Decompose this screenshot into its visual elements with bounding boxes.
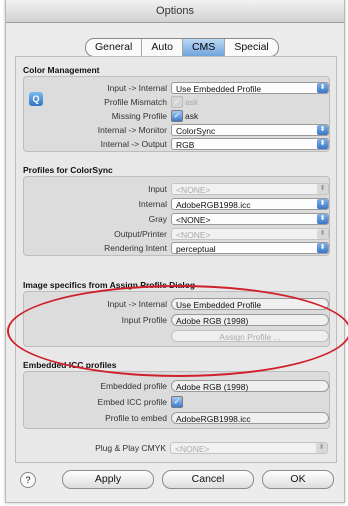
profile-internal-popup[interactable]: AdobeRGB1998.icc ⬍ bbox=[171, 198, 329, 210]
plug-play-popup[interactable]: <NONE> ⬍ bbox=[170, 442, 328, 454]
row-internal-monitor: Internal -> Monitor ColorSync ⬍ bbox=[24, 124, 329, 137]
rendering-intent-value: perceptual bbox=[176, 244, 216, 254]
window-title: Options bbox=[6, 0, 344, 23]
cancel-button[interactable]: Cancel bbox=[162, 470, 254, 489]
tab-special[interactable]: Special bbox=[225, 39, 277, 56]
profile-gray-popup[interactable]: <NONE> ⬍ bbox=[171, 213, 329, 225]
profile-output-popup[interactable]: <NONE> ⬍ bbox=[171, 228, 329, 240]
popup-arrow-icon: ⬍ bbox=[316, 443, 327, 453]
input-internal-popup[interactable]: Use Embedded Profile ⬍ bbox=[171, 82, 329, 94]
embed-icc-checkbox[interactable]: ✓ bbox=[171, 396, 183, 408]
image-specifics-title: Image specifics from Assign Profile Dial… bbox=[23, 280, 196, 290]
row-profile-output: Output/Printer <NONE> ⬍ bbox=[24, 228, 329, 241]
assign-profile-button[interactable]: Assign Profile ... bbox=[171, 330, 329, 342]
popup-arrow-icon: ⬍ bbox=[317, 184, 328, 194]
profiles-colorsync-title: Profiles for ColorSync bbox=[23, 165, 113, 175]
label-input-internal: Input -> Internal bbox=[107, 83, 167, 93]
cms-panel: Color Management Q Input -> Internal Use… bbox=[15, 56, 337, 463]
label-internal-monitor: Internal -> Monitor bbox=[97, 125, 167, 135]
row-embedded-profile: Embedded profile Adobe RGB (1998) bbox=[24, 380, 329, 393]
profile-mismatch-checkbox[interactable]: ✓ bbox=[171, 96, 183, 108]
tab-bar: General Auto CMS Special bbox=[85, 38, 279, 57]
color-management-title: Color Management bbox=[23, 65, 100, 75]
tab-cms[interactable]: CMS bbox=[182, 39, 226, 56]
row-profile-input: Input <NONE> ⬍ bbox=[24, 183, 329, 196]
profile-gray-value: <NONE> bbox=[176, 215, 211, 225]
row-internal-output: Internal -> Output RGB ⬍ bbox=[24, 138, 329, 151]
button-bar: ? Apply Cancel OK bbox=[6, 466, 344, 496]
row-input-internal: Input -> Internal Use Embedded Profile ⬍ bbox=[24, 82, 329, 95]
label-internal-output: Internal -> Output bbox=[100, 139, 167, 149]
apply-button[interactable]: Apply bbox=[62, 470, 154, 489]
label-profile-gray: Gray bbox=[148, 214, 167, 224]
profile-input-value: <NONE> bbox=[176, 185, 211, 195]
popup-arrow-icon: ⬍ bbox=[317, 83, 328, 93]
missing-profile-checkbox[interactable]: ✓ bbox=[171, 110, 183, 122]
plug-play-value: <NONE> bbox=[175, 444, 210, 454]
tab-general[interactable]: General bbox=[86, 39, 143, 56]
row-image-input-internal: Input -> Internal Use Embedded Profile bbox=[24, 298, 329, 311]
ok-button[interactable]: OK bbox=[262, 470, 334, 489]
label-embedded-profile: Embedded profile bbox=[100, 381, 167, 391]
label-image-input-profile: Input Profile bbox=[121, 315, 167, 325]
label-rendering-intent: Rendering Intent bbox=[104, 243, 167, 253]
label-missing-profile: Missing Profile bbox=[111, 111, 167, 121]
profile-internal-value: AdobeRGB1998.icc bbox=[176, 200, 251, 210]
label-plug-play: Plug & Play CMYK bbox=[95, 443, 166, 453]
embedded-icc-title: Embedded ICC profiles bbox=[23, 360, 117, 370]
help-icon[interactable]: ? bbox=[20, 472, 36, 488]
image-input-profile-field: Adobe RGB (1998) bbox=[171, 314, 329, 326]
row-rendering-intent: Rendering Intent perceptual ⬍ bbox=[24, 242, 329, 255]
popup-arrow-icon: ⬍ bbox=[317, 139, 328, 149]
profile-output-value: <NONE> bbox=[176, 230, 211, 240]
rendering-intent-popup[interactable]: perceptual ⬍ bbox=[171, 242, 329, 254]
internal-monitor-popup[interactable]: ColorSync ⬍ bbox=[171, 124, 329, 136]
popup-arrow-icon: ⬍ bbox=[317, 229, 328, 239]
internal-monitor-value: ColorSync bbox=[176, 126, 216, 136]
label-profile-mismatch: Profile Mismatch bbox=[104, 97, 167, 107]
row-profile-gray: Gray <NONE> ⬍ bbox=[24, 213, 329, 226]
label-embed-icc: Embed ICC profile bbox=[97, 397, 167, 407]
row-profile-mismatch: Profile Mismatch ✓ ask bbox=[24, 96, 329, 109]
profile-mismatch-ask-label: ask bbox=[185, 97, 199, 107]
embedded-icc-box: Embedded profile Adobe RGB (1998) Embed … bbox=[23, 371, 330, 429]
profiles-colorsync-box: Input <NONE> ⬍ Internal AdobeRGB1998.icc ⬍… bbox=[23, 176, 330, 256]
row-embed-icc: Embed ICC profile ✓ bbox=[24, 396, 329, 409]
color-management-box: Q Input -> Internal Use Embedded Profile… bbox=[23, 76, 330, 152]
image-input-internal-field: Use Embedded Profile bbox=[171, 298, 329, 310]
popup-arrow-icon: ⬍ bbox=[317, 199, 328, 209]
popup-arrow-icon: ⬍ bbox=[317, 125, 328, 135]
label-profile-output: Output/Printer bbox=[114, 229, 167, 239]
popup-arrow-icon: ⬍ bbox=[317, 214, 328, 224]
image-specifics-box: Input -> Internal Use Embedded Profile I… bbox=[23, 291, 330, 347]
label-profile-to-embed: Profile to embed bbox=[105, 413, 167, 423]
profile-to-embed-field: AdobeRGB1998.icc bbox=[171, 412, 329, 424]
row-image-input-profile: Input Profile Adobe RGB (1998) bbox=[24, 314, 329, 327]
options-window: Options General Auto CMS Special Color M… bbox=[5, 0, 348, 503]
popup-arrow-icon: ⬍ bbox=[317, 243, 328, 253]
input-internal-value: Use Embedded Profile bbox=[176, 84, 262, 94]
label-profile-input: Input bbox=[148, 184, 167, 194]
row-plug-play: Plug & Play CMYK <NONE> ⬍ bbox=[23, 442, 328, 455]
embedded-profile-field: Adobe RGB (1998) bbox=[171, 380, 329, 392]
label-image-input-internal: Input -> Internal bbox=[107, 299, 167, 309]
internal-output-value: RGB bbox=[176, 140, 195, 150]
row-profile-to-embed: Profile to embed AdobeRGB1998.icc bbox=[24, 412, 329, 425]
profile-input-popup[interactable]: <NONE> ⬍ bbox=[171, 183, 329, 195]
missing-profile-ask-label: ask bbox=[185, 111, 199, 121]
label-profile-internal: Internal bbox=[138, 199, 167, 209]
row-missing-profile: Missing Profile ✓ ask bbox=[24, 110, 329, 123]
tab-auto[interactable]: Auto bbox=[142, 39, 183, 56]
row-profile-internal: Internal AdobeRGB1998.icc ⬍ bbox=[24, 198, 329, 211]
internal-output-popup[interactable]: RGB ⬍ bbox=[171, 138, 329, 150]
